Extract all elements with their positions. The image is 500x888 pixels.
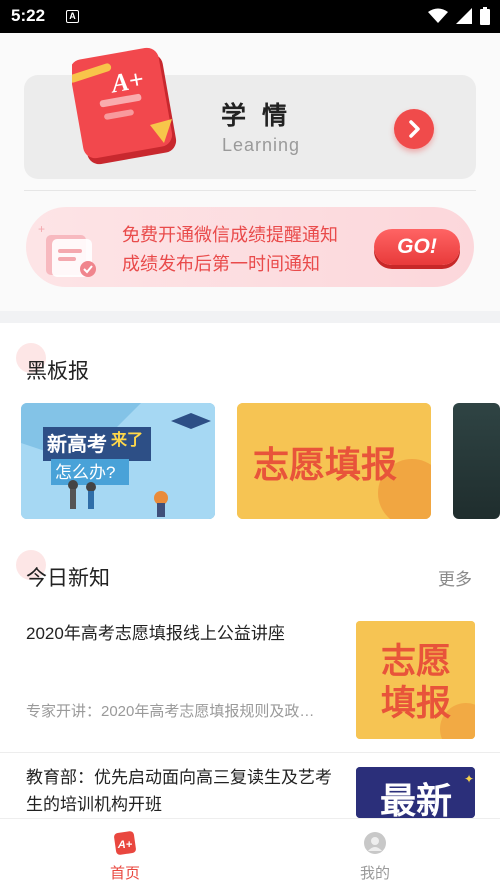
go-button[interactable]: GO!	[374, 229, 460, 265]
news-description: 专家开讲：2020年高考志愿填报规则及政…	[26, 703, 315, 720]
thumb-volunteer-image: 志愿 填报	[356, 621, 475, 739]
system-icons	[428, 7, 490, 25]
notify-headline: 免费开通微信成绩提醒通知	[122, 225, 338, 245]
section-gap	[0, 311, 500, 323]
banner-text-mid: 来了	[110, 430, 143, 449]
battery-icon	[480, 7, 490, 25]
profile-tab-icon	[364, 832, 386, 854]
thumb-line2: 填报	[381, 684, 451, 723]
news-title: 教育部：优先启动面向高三复读生及艺考生的培训机构开班	[26, 768, 332, 814]
svg-text:✦: ✦	[464, 772, 474, 786]
home-tab-icon: A+	[114, 831, 136, 855]
notify-doc-icon: +	[38, 222, 96, 277]
header-section: 学情 Learning A+ + 免费开通微信成绩提醒通知 成绩发布后第一时间通…	[0, 33, 500, 311]
learning-title: 学情	[221, 102, 304, 130]
book-badge-text: A+	[107, 64, 146, 98]
signal-icon	[456, 8, 472, 24]
bottom-tab-bar: A+ 首页 我的	[0, 818, 500, 888]
blackboard-title: 黑板报	[26, 360, 89, 383]
banner-new-gaokao[interactable]: 新高考 来了 怎么办?	[21, 403, 215, 519]
svg-text:+: +	[38, 222, 45, 236]
chevron-right-icon	[409, 120, 420, 138]
banner-illustration: 志愿填报	[237, 403, 431, 519]
banner-third-image	[453, 403, 500, 519]
notify-subline: 成绩发布后第一时间通知	[122, 254, 320, 274]
tab-home-label: 首页	[109, 865, 140, 882]
tab-home[interactable]: A+ 首页	[0, 819, 250, 888]
tab-mine[interactable]: 我的	[250, 819, 500, 888]
wifi-icon	[428, 8, 448, 23]
news-thumbnail: 最新 ✦	[356, 767, 475, 818]
report-book-icon: A+	[72, 47, 177, 165]
news-divider	[0, 752, 500, 753]
status-bar: 5:22 A	[0, 0, 500, 33]
accessibility-icon: A	[66, 10, 79, 23]
today-title: 今日新知	[26, 567, 110, 590]
thumb-latest-text: 最新	[380, 780, 452, 818]
banner-illustration: 新高考 来了 怎么办?	[21, 403, 215, 519]
banner-text-sub: 怎么办?	[55, 463, 115, 482]
home-icon-text: A+	[117, 839, 133, 851]
wechat-notify-banner[interactable]: + 免费开通微信成绩提醒通知 成绩发布后第一时间通知 GO!	[26, 207, 474, 287]
tab-mine-label: 我的	[359, 865, 390, 882]
divider	[24, 190, 476, 191]
learning-arrow-button[interactable]	[394, 109, 434, 149]
banner-volunteer-text: 志愿填报	[253, 444, 397, 485]
banner-text-prefix: 新高考	[47, 432, 107, 456]
news-title: 2020年高考志愿填报线上公益讲座	[26, 624, 285, 643]
status-time: 5:22	[11, 6, 46, 25]
news-thumbnail: 志愿 填报	[356, 621, 475, 739]
banner-volunteer[interactable]: 志愿填报	[237, 403, 431, 519]
thumb-line1: 志愿	[381, 642, 451, 681]
learning-subtitle: Learning	[222, 135, 301, 155]
more-link[interactable]: 更多	[438, 565, 472, 590]
thumb-latest-image: 最新 ✦	[356, 767, 475, 818]
banner-third[interactable]	[453, 403, 500, 519]
